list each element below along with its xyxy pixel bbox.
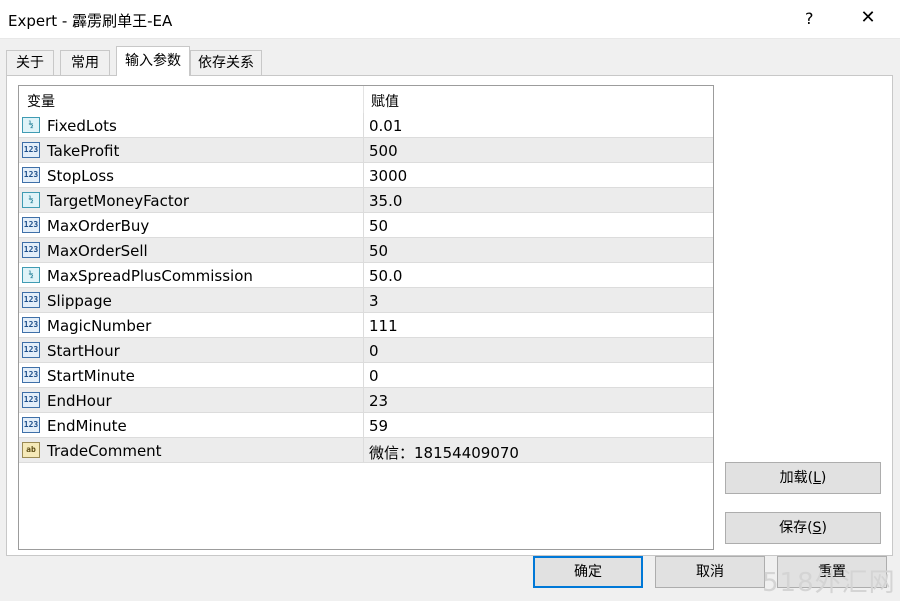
int-type-icon: 123 bbox=[22, 217, 40, 233]
int-type-icon: 123 bbox=[22, 392, 40, 408]
parameter-value[interactable]: 0.01 bbox=[369, 117, 402, 135]
table-row[interactable]: ½ TargetMoneyFactor 35.0 bbox=[19, 188, 713, 213]
cell-divider bbox=[363, 213, 364, 237]
parameter-name: EndMinute bbox=[47, 417, 127, 435]
column-header-value[interactable]: 赋值 bbox=[371, 91, 399, 111]
help-button[interactable]: ? bbox=[805, 9, 814, 28]
tab-dependencies[interactable]: 依存关系 bbox=[190, 50, 262, 75]
tab-common[interactable]: 常用 bbox=[60, 50, 110, 75]
input-parameters-table[interactable]: 变量 赋值 ½ FixedLots 0.01 123 TakeProfit 500 123 S… bbox=[18, 85, 714, 550]
table-row[interactable]: ½ MaxSpreadPlusCommission 50.0 bbox=[19, 263, 713, 288]
parameter-name: MaxOrderBuy bbox=[47, 217, 150, 235]
cell-divider bbox=[363, 138, 364, 162]
title-bar: Expert - 霹雳刷单王-EA ? ✕ bbox=[0, 0, 900, 39]
save-button[interactable]: 保存(S) bbox=[725, 512, 881, 544]
parameter-value[interactable]: 3 bbox=[369, 292, 379, 310]
load-button[interactable]: 加载(L) bbox=[725, 462, 881, 494]
load-button-close: ) bbox=[820, 470, 827, 486]
watermark: 518外汇网 bbox=[762, 568, 896, 598]
parameter-value[interactable]: 50 bbox=[369, 242, 388, 260]
tab-inputs-label: 输入参数 bbox=[125, 53, 181, 69]
parameter-name: TargetMoneyFactor bbox=[47, 192, 190, 210]
tab-dependencies-label: 依存关系 bbox=[198, 55, 254, 71]
int-type-icon: 123 bbox=[22, 167, 40, 183]
parameter-name: TradeComment bbox=[47, 442, 162, 460]
close-button[interactable]: ✕ bbox=[858, 7, 878, 28]
int-type-icon: 123 bbox=[22, 367, 40, 383]
parameter-value[interactable]: 500 bbox=[369, 142, 398, 160]
parameter-value[interactable]: 0 bbox=[369, 367, 379, 385]
cell-divider bbox=[363, 263, 364, 287]
ok-button[interactable]: 确定 bbox=[533, 556, 643, 588]
parameter-value[interactable]: 111 bbox=[369, 317, 398, 335]
int-type-icon: 123 bbox=[22, 242, 40, 258]
table-row[interactable]: 123 MaxOrderSell 50 bbox=[19, 238, 713, 263]
tab-about-label: 关于 bbox=[16, 55, 44, 71]
parameter-name: MaxSpreadPlusCommission bbox=[47, 267, 253, 285]
column-divider[interactable] bbox=[363, 86, 364, 113]
double-type-icon: ½ bbox=[22, 267, 40, 283]
cell-divider bbox=[363, 238, 364, 262]
table-header: 变量 赋值 bbox=[19, 86, 713, 114]
table-row[interactable]: 123 StartHour 0 bbox=[19, 338, 713, 363]
parameter-value[interactable]: 35.0 bbox=[369, 192, 402, 210]
table-row[interactable]: 123 MagicNumber 111 bbox=[19, 313, 713, 338]
cell-divider bbox=[363, 188, 364, 212]
tab-about[interactable]: 关于 bbox=[6, 50, 54, 75]
parameter-name: Slippage bbox=[47, 292, 112, 310]
parameter-name: StopLoss bbox=[47, 167, 115, 185]
table-row[interactable]: ab TradeComment 微信：18154409070 bbox=[19, 438, 713, 463]
parameter-value[interactable]: 23 bbox=[369, 392, 388, 410]
save-button-close: ) bbox=[821, 520, 827, 536]
table-body: ½ FixedLots 0.01 123 TakeProfit 500 123 StopLos… bbox=[19, 113, 713, 463]
parameter-value[interactable]: 0 bbox=[369, 342, 379, 360]
column-header-variable[interactable]: 变量 bbox=[27, 91, 55, 111]
load-button-accel: L bbox=[813, 470, 821, 486]
parameter-name: FixedLots bbox=[47, 117, 117, 135]
save-button-label: 保存( bbox=[779, 520, 813, 536]
cell-divider bbox=[363, 438, 364, 462]
tab-common-label: 常用 bbox=[71, 55, 99, 71]
int-type-icon: 123 bbox=[22, 317, 40, 333]
table-row[interactable]: 123 StopLoss 3000 bbox=[19, 163, 713, 188]
double-type-icon: ½ bbox=[22, 117, 40, 133]
parameter-name: MaxOrderSell bbox=[47, 242, 148, 260]
parameter-value[interactable]: 50.0 bbox=[369, 267, 402, 285]
int-type-icon: 123 bbox=[22, 417, 40, 433]
string-type-icon: ab bbox=[22, 442, 40, 458]
int-type-icon: 123 bbox=[22, 142, 40, 158]
cell-divider bbox=[363, 313, 364, 337]
cell-divider bbox=[363, 413, 364, 437]
parameter-value[interactable]: 3000 bbox=[369, 167, 407, 185]
cell-divider bbox=[363, 338, 364, 362]
cell-divider bbox=[363, 113, 364, 137]
table-row[interactable]: 123 EndMinute 59 bbox=[19, 413, 713, 438]
table-row[interactable]: 123 Slippage 3 bbox=[19, 288, 713, 313]
parameter-value[interactable]: 59 bbox=[369, 417, 388, 435]
parameter-name: StartMinute bbox=[47, 367, 135, 385]
cancel-button[interactable]: 取消 bbox=[655, 556, 765, 588]
parameter-value[interactable]: 50 bbox=[369, 217, 388, 235]
cell-divider bbox=[363, 163, 364, 187]
parameter-name: MagicNumber bbox=[47, 317, 152, 335]
int-type-icon: 123 bbox=[22, 292, 40, 308]
cell-divider bbox=[363, 388, 364, 412]
double-type-icon: ½ bbox=[22, 192, 40, 208]
cell-divider bbox=[363, 363, 364, 387]
table-row[interactable]: 123 EndHour 23 bbox=[19, 388, 713, 413]
table-row[interactable]: 123 StartMinute 0 bbox=[19, 363, 713, 388]
table-row[interactable]: 123 MaxOrderBuy 50 bbox=[19, 213, 713, 238]
table-row[interactable]: ½ FixedLots 0.01 bbox=[19, 113, 713, 138]
window-title: Expert - 霹雳刷单王-EA bbox=[8, 12, 173, 30]
load-button-label: 加载( bbox=[779, 470, 814, 486]
parameter-value[interactable]: 微信：18154409070 bbox=[369, 442, 519, 463]
cell-divider bbox=[363, 288, 364, 312]
parameter-name: StartHour bbox=[47, 342, 120, 360]
int-type-icon: 123 bbox=[22, 342, 40, 358]
table-row[interactable]: 123 TakeProfit 500 bbox=[19, 138, 713, 163]
tab-inputs[interactable]: 输入参数 bbox=[116, 46, 190, 76]
parameter-name: EndHour bbox=[47, 392, 112, 410]
parameter-name: TakeProfit bbox=[47, 142, 120, 160]
